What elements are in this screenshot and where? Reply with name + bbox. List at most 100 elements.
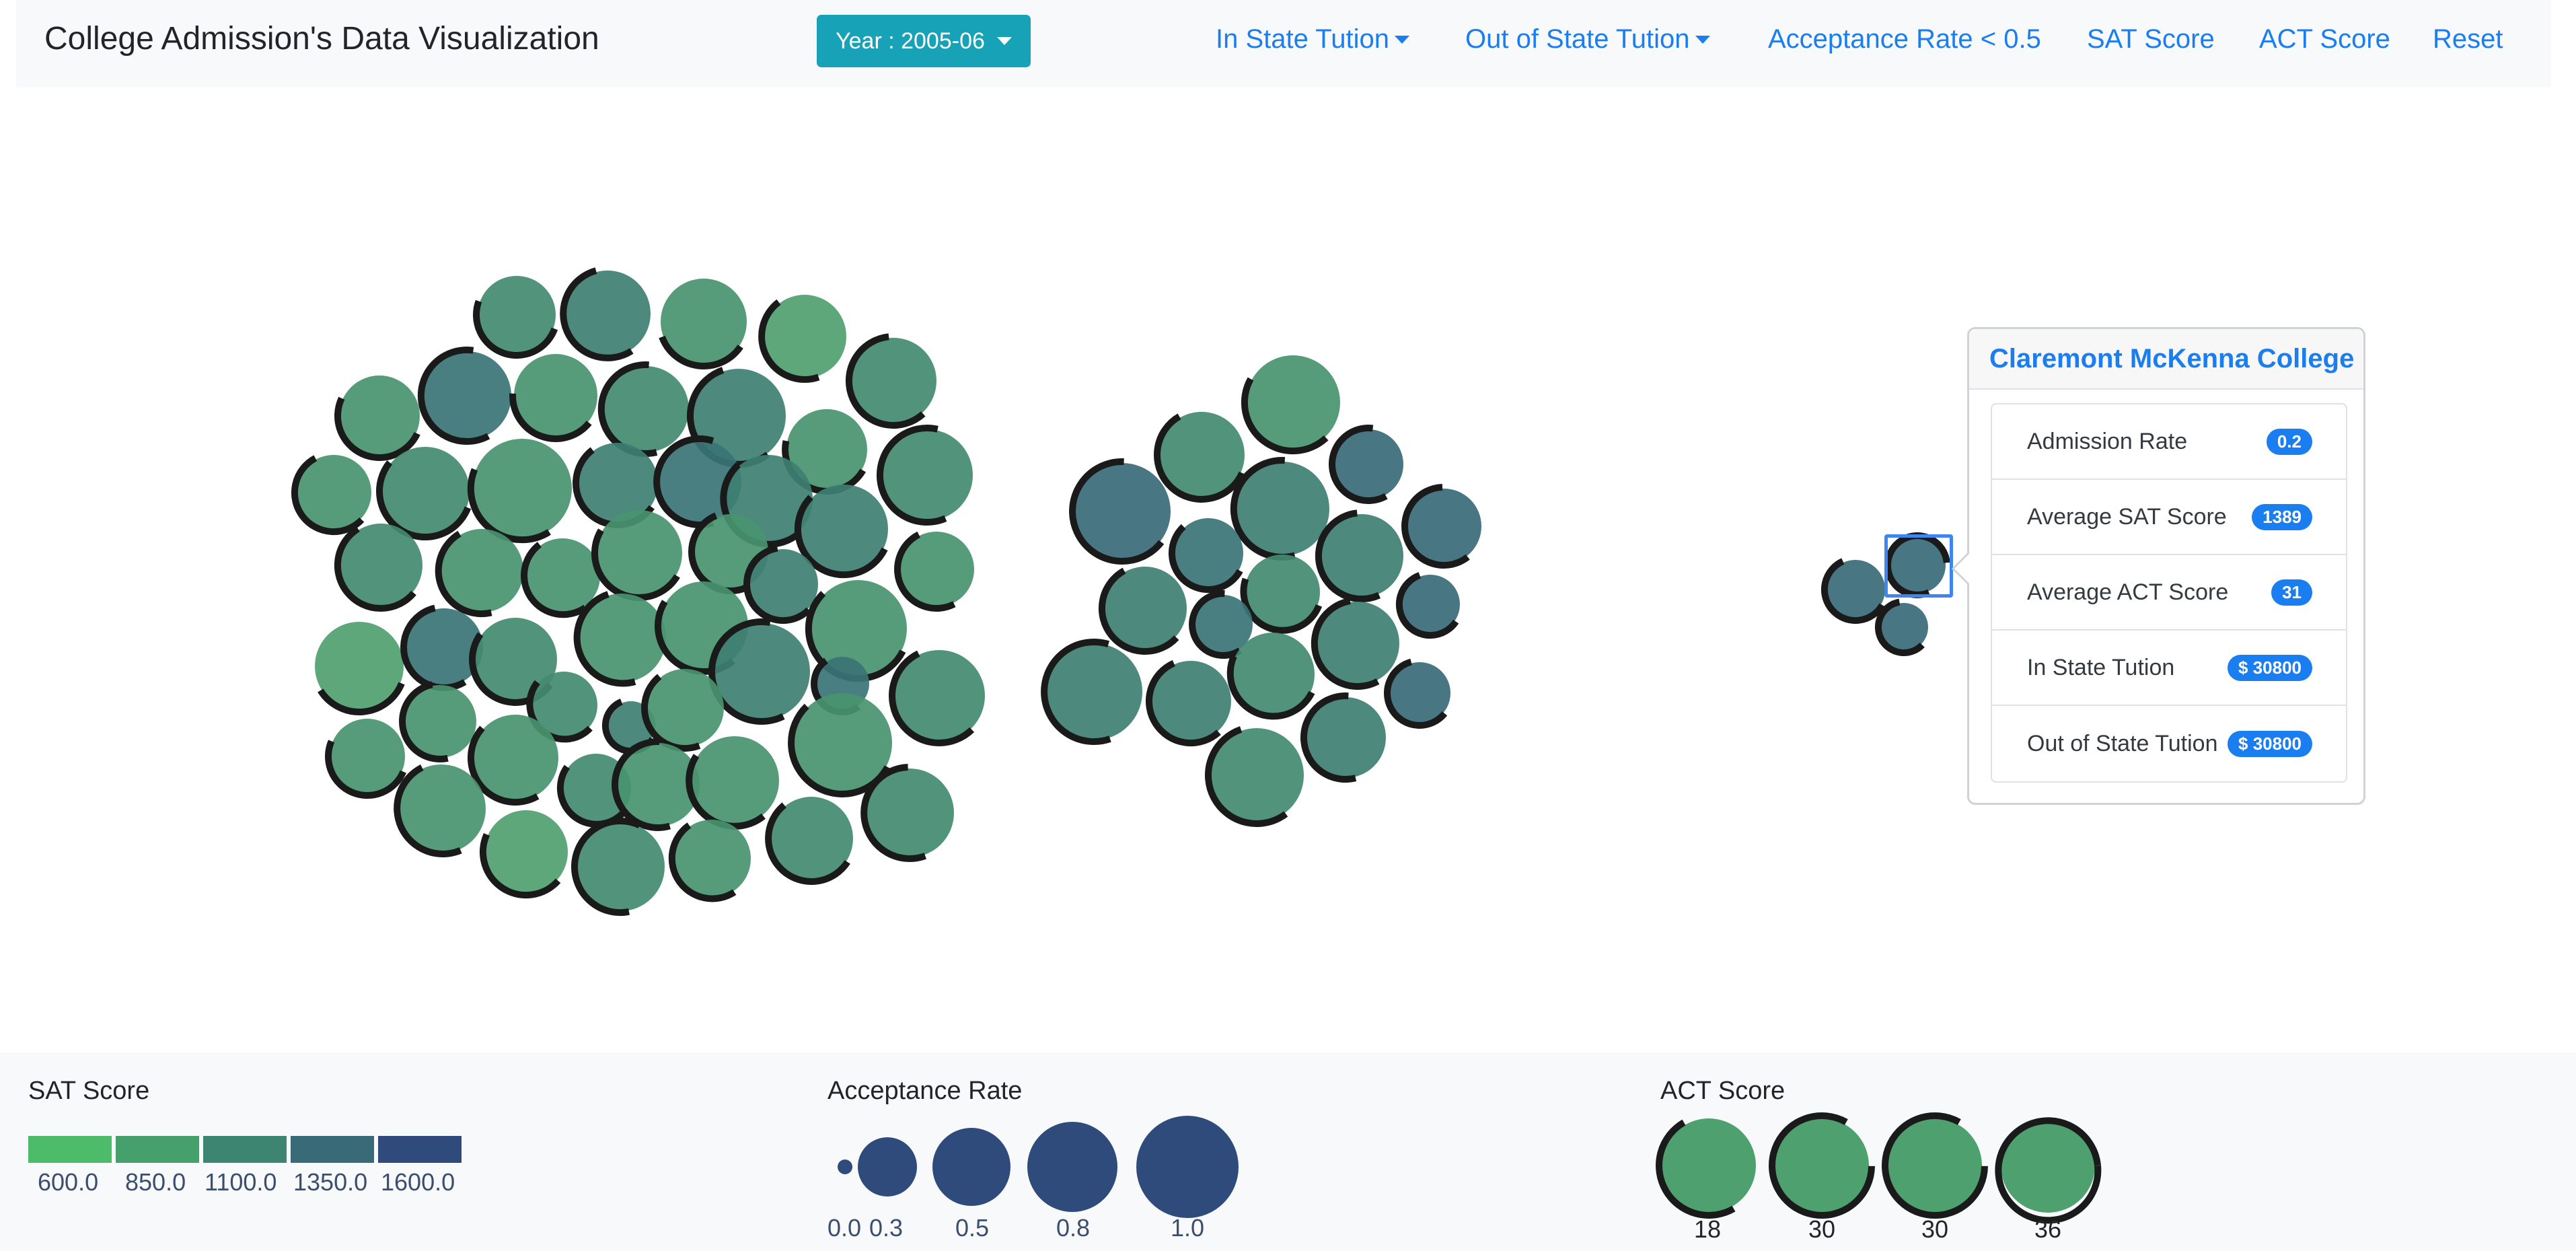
college-bubble[interactable] <box>1300 692 1386 783</box>
size-swatch <box>858 1137 917 1196</box>
college-bubble[interactable] <box>399 681 476 763</box>
sat-swatch <box>378 1136 462 1163</box>
college-bubble[interactable] <box>743 544 818 624</box>
tooltip-row-in-state-tuition: In State Tution $ 30800 <box>1992 631 2346 706</box>
tooltip-row-act: Average ACT Score 31 <box>1992 555 2346 631</box>
college-bubble[interactable] <box>334 524 422 612</box>
college-bubble[interactable] <box>876 425 973 526</box>
acceptance-tick: 0.0 <box>827 1214 862 1242</box>
row-label: Average SAT Score <box>2027 503 2227 530</box>
legend-panel: SAT Score 600.0 850.0 1100.0 1350.0 1600… <box>0 1052 2576 1251</box>
college-bubble[interactable] <box>686 736 779 830</box>
college-bubble[interactable] <box>1168 518 1243 594</box>
college-bubble[interactable] <box>467 715 558 806</box>
act-ring-scale <box>1655 1112 2102 1224</box>
college-bubble[interactable] <box>845 333 936 429</box>
sat-swatch <box>116 1136 199 1163</box>
college-bubble[interactable] <box>860 764 954 862</box>
college-bubble[interactable] <box>479 810 568 899</box>
tooltip-row-out-state-tuition: Out of State Tution $ 30800 <box>1992 706 2346 781</box>
sat-legend-title: SAT Score <box>28 1077 150 1105</box>
sat-color-scale <box>28 1136 462 1163</box>
nav-act-score[interactable]: ACT Score <box>2259 24 2390 55</box>
sat-tick: 1350.0 <box>293 1168 368 1196</box>
college-bubble[interactable] <box>1874 598 1928 657</box>
value-badge: $ 30800 <box>2228 654 2312 681</box>
sat-swatch <box>203 1136 287 1163</box>
tooltip-arrow <box>1952 551 1970 586</box>
college-bubble[interactable] <box>659 279 747 369</box>
nav-link-label: Reset <box>2433 24 2503 54</box>
acceptance-legend-title: Acceptance Rate <box>827 1077 1023 1105</box>
sat-tick: 1100.0 <box>205 1168 277 1196</box>
college-bubble[interactable] <box>1145 659 1231 747</box>
college-bubble[interactable] <box>417 347 511 445</box>
size-swatch <box>1027 1122 1117 1212</box>
year-label: Year : 2005-06 <box>836 28 985 54</box>
college-bubble[interactable] <box>668 820 751 902</box>
college-bubble[interactable] <box>291 455 371 536</box>
college-bubble[interactable] <box>1384 658 1450 729</box>
nav-reset[interactable]: Reset <box>2433 24 2503 55</box>
college-bubble[interactable] <box>765 797 853 885</box>
college-bubble[interactable] <box>509 354 597 442</box>
college-bubble[interactable] <box>1241 355 1340 455</box>
college-bubble[interactable] <box>758 295 846 383</box>
college-bubble[interactable] <box>1329 425 1403 504</box>
tooltip-title: Claremont McKenna College <box>1969 329 2363 390</box>
college-bubble[interactable] <box>473 276 558 359</box>
college-bubble[interactable] <box>889 650 985 746</box>
size-swatch <box>838 1159 852 1174</box>
nav-link-label: ACT Score <box>2259 24 2390 54</box>
college-bubble[interactable] <box>1069 458 1171 565</box>
college-bubble[interactable] <box>1204 726 1304 827</box>
college-bubble[interactable] <box>597 361 689 457</box>
act-legend-title: ACT Score <box>1660 1077 1786 1105</box>
college-bubble[interactable] <box>1098 567 1187 655</box>
college-bubble[interactable] <box>894 531 974 612</box>
college-bubble[interactable] <box>334 376 420 461</box>
college-bubble[interactable] <box>1401 484 1481 569</box>
selected-college-highlight <box>1884 534 1953 598</box>
caret-down-icon <box>1695 35 1710 44</box>
value-badge: 1389 <box>2252 503 2312 530</box>
college-bubble[interactable] <box>376 447 472 541</box>
nav-link-label: Acceptance Rate < 0.5 <box>1768 24 2041 54</box>
act-tick: 30 <box>1808 1215 1836 1243</box>
college-bubble[interactable] <box>708 618 810 725</box>
act-tick: 18 <box>1694 1215 1722 1243</box>
size-swatch <box>932 1128 1010 1206</box>
sat-tick: 600.0 <box>38 1168 99 1196</box>
year-dropdown-button[interactable]: Year : 2005-06 <box>817 15 1031 67</box>
college-bubble[interactable] <box>560 267 651 361</box>
college-bubble[interactable] <box>325 719 406 799</box>
college-bubble[interactable] <box>571 818 665 917</box>
nav-in-state-tuition[interactable]: In State Tution <box>1216 24 1409 55</box>
nav-out-of-state-tuition[interactable]: Out of State Tution <box>1465 24 1710 55</box>
college-bubble[interactable] <box>394 764 486 857</box>
value-badge: 0.2 <box>2266 428 2312 455</box>
college-bubble[interactable] <box>641 669 724 752</box>
college-bubble[interactable] <box>435 529 523 618</box>
college-bubble[interactable] <box>1395 572 1460 639</box>
size-swatch <box>1136 1116 1239 1218</box>
nav-acceptance-rate-filter[interactable]: Acceptance Rate < 0.5 <box>1768 24 2041 55</box>
college-bubble[interactable] <box>1240 555 1323 634</box>
college-tooltip: Claremont McKenna College Admission Rate… <box>1952 327 2365 805</box>
tooltip-list: Admission Rate 0.2 Average SAT Score 138… <box>1991 403 2347 783</box>
sat-tick: 850.0 <box>125 1168 186 1196</box>
college-bubble[interactable] <box>1315 509 1403 603</box>
college-bubble[interactable] <box>1154 412 1245 503</box>
college-bubble[interactable] <box>1821 558 1886 624</box>
college-bubble[interactable] <box>1041 639 1142 745</box>
college-bubble[interactable] <box>467 439 572 544</box>
college-bubble[interactable] <box>573 591 666 687</box>
college-bubble[interactable] <box>794 485 888 579</box>
college-bubble[interactable] <box>1230 457 1329 561</box>
nav-sat-score[interactable]: SAT Score <box>2087 24 2215 55</box>
value-badge: $ 30800 <box>2228 730 2312 757</box>
row-label: Out of State Tution <box>2027 730 2218 756</box>
college-bubble[interactable] <box>315 622 405 715</box>
acceptance-size-scale <box>838 1116 1239 1218</box>
college-bubble[interactable] <box>1311 598 1399 690</box>
